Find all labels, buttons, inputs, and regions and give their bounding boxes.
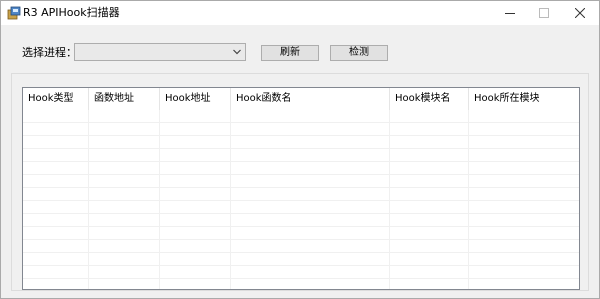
table-row <box>23 201 579 214</box>
table-row <box>23 266 579 279</box>
chevron-down-icon <box>233 49 241 55</box>
table-row <box>23 162 579 175</box>
app-icon <box>7 6 21 20</box>
minimize-button[interactable] <box>495 1 525 25</box>
table-row <box>23 175 579 188</box>
table-row <box>23 253 579 266</box>
list-body <box>23 110 579 289</box>
title-bar[interactable]: R3 APIHook扫描器 <box>1 1 599 25</box>
close-button[interactable] <box>565 1 595 25</box>
table-row <box>23 214 579 227</box>
table-row <box>23 188 579 201</box>
table-row <box>23 149 579 162</box>
column-hook-function-name[interactable]: Hook函数名 <box>231 88 390 110</box>
window-title: R3 APIHook扫描器 <box>23 6 120 19</box>
column-function-address[interactable]: 函数地址 <box>89 88 160 110</box>
column-hook-type[interactable]: Hook类型 <box>23 88 89 110</box>
table-row <box>23 227 579 240</box>
column-hook-module-name[interactable]: Hook模块名 <box>390 88 469 110</box>
column-hook-address[interactable]: Hook地址 <box>160 88 231 110</box>
table-row <box>23 240 579 253</box>
column-hook-owner-module[interactable]: Hook所在模块 <box>469 88 579 110</box>
process-select[interactable] <box>74 43 246 61</box>
table-row <box>23 136 579 149</box>
table-row <box>23 123 579 136</box>
detect-button[interactable]: 检测 <box>330 45 388 61</box>
table-row <box>23 110 579 123</box>
client-area: 选择进程： 刷新 检测 Hook类型 函数地址 Hook地址 Hook函数名 H… <box>1 25 599 298</box>
maximize-icon <box>539 8 549 18</box>
process-label: 选择进程： <box>22 46 77 59</box>
list-header: Hook类型 函数地址 Hook地址 Hook函数名 Hook模块名 Hook所… <box>23 88 579 110</box>
main-window: R3 APIHook扫描器 选择进程： 刷新 检测 Hook类型 函数地址 Ho… <box>0 0 600 299</box>
minimize-icon <box>505 13 515 14</box>
hook-list[interactable]: Hook类型 函数地址 Hook地址 Hook函数名 Hook模块名 Hook所… <box>22 87 580 290</box>
close-icon <box>575 8 585 18</box>
refresh-button[interactable]: 刷新 <box>261 45 319 61</box>
maximize-button[interactable] <box>529 1 559 25</box>
